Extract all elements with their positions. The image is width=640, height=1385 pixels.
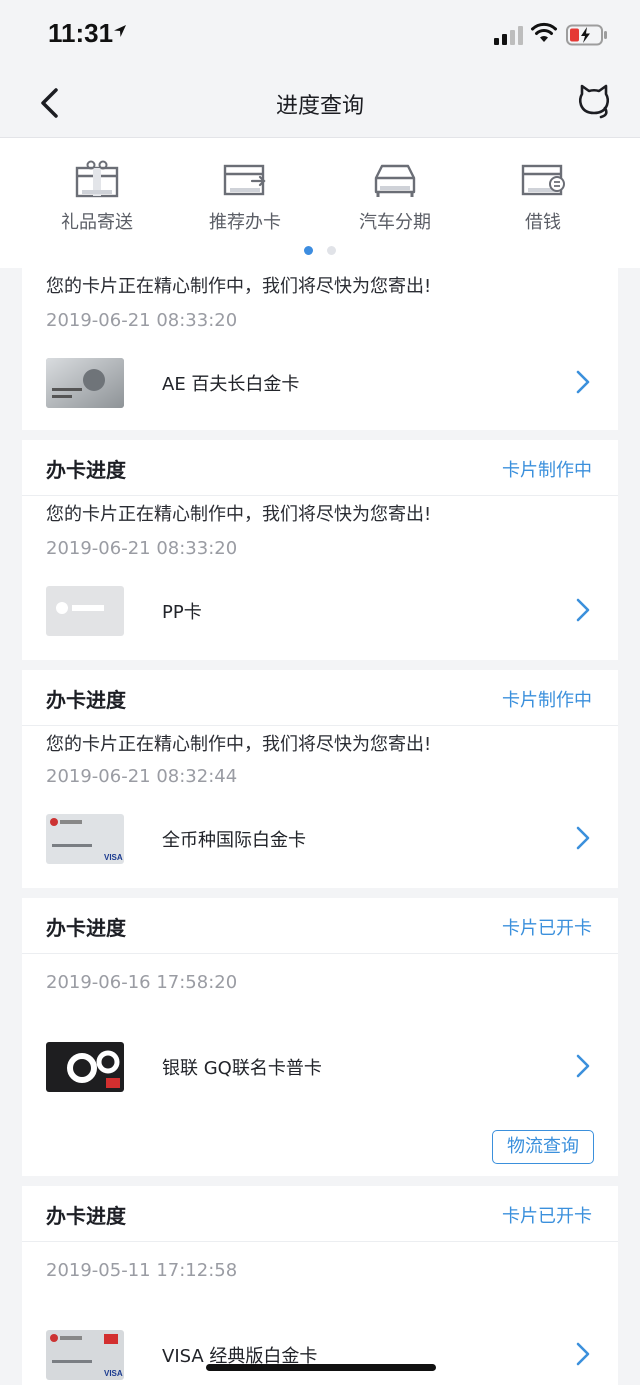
- svg-text:VISA: VISA: [104, 1369, 123, 1378]
- progress-card: 办卡进度 卡片已开卡 2019-06-16 17:58:20 银联 GQ联名卡普…: [22, 898, 618, 1176]
- card-time: 2019-06-21 08:33:20: [46, 310, 238, 331]
- status-bar: 11:31: [0, 0, 640, 68]
- borrow-icon: [521, 164, 565, 196]
- battery-icon: [566, 24, 607, 46]
- card-name: 银联 GQ联名卡普卡: [162, 1058, 322, 1079]
- signal-icon: [494, 26, 523, 45]
- card-header: 办卡进度 卡片已开卡: [22, 1186, 618, 1242]
- chevron-right-icon: [576, 1342, 590, 1366]
- shortcut-label: 推荐办卡: [209, 212, 281, 233]
- amex-card-thumbnail: [46, 358, 124, 408]
- card-time: 2019-05-11 17:12:58: [46, 1260, 238, 1281]
- card-time: 2019-06-21 08:32:44: [46, 766, 238, 787]
- card-header: 办卡进度 卡片已开卡: [22, 898, 618, 954]
- card-message: 您的卡片正在精心制作中，我们将尽快为您寄出!: [46, 504, 432, 525]
- card-time: 2019-06-21 08:33:20: [46, 538, 238, 559]
- shortcut-row: 礼品寄送 推荐办卡 汽车分期 借钱: [0, 138, 640, 268]
- visa-classic-thumbnail: VISA: [46, 1330, 124, 1380]
- page-title: 进度查询: [275, 94, 364, 119]
- home-indicator[interactable]: [206, 1364, 436, 1371]
- card-title: 办卡进度: [46, 1204, 126, 1228]
- svg-text:VISA: VISA: [104, 853, 123, 862]
- card-message: 您的卡片正在精心制作中，我们将尽快为您寄出!: [46, 734, 432, 755]
- shortcut-label: 借钱: [525, 212, 561, 233]
- page-indicator: [0, 246, 640, 255]
- page-dot-active: [304, 246, 313, 255]
- card-header: 办卡进度 卡片制作中: [22, 440, 618, 496]
- card-product-row[interactable]: PP卡: [46, 586, 618, 636]
- card-time: 2019-06-16 17:58:20: [46, 972, 238, 993]
- shortcut-car-installment[interactable]: 汽车分期: [340, 160, 450, 234]
- card-name: AE 百夫长白金卡: [162, 374, 300, 395]
- progress-card: 您的卡片正在精心制作中，我们将尽快为您寄出! 2019-06-21 08:33:…: [22, 268, 618, 430]
- status-time: 11:31: [48, 18, 114, 48]
- pp-card-thumbnail: [46, 586, 124, 636]
- location-arrow-icon: [114, 25, 126, 37]
- card-title: 办卡进度: [46, 688, 126, 712]
- card-product-row[interactable]: VISA VISA 经典版白金卡: [46, 1330, 618, 1380]
- status-badge: 卡片已开卡: [502, 918, 592, 939]
- card-message: 您的卡片正在精心制作中，我们将尽快为您寄出!: [46, 276, 432, 297]
- progress-card: 办卡进度 卡片制作中 您的卡片正在精心制作中，我们将尽快为您寄出! 2019-0…: [22, 440, 618, 660]
- shortcut-label: 汽车分期: [359, 212, 431, 233]
- nav-bar: 进度查询: [0, 68, 640, 138]
- card-title: 办卡进度: [46, 458, 126, 482]
- status-badge: 卡片制作中: [502, 690, 592, 711]
- shortcut-borrow[interactable]: 借钱: [488, 160, 598, 234]
- gift-icon: [75, 160, 119, 198]
- card-name: 全币种国际白金卡: [162, 830, 306, 851]
- chevron-right-icon: [576, 826, 590, 850]
- customer-service-icon[interactable]: [574, 82, 614, 122]
- visa-platinum-thumbnail: VISA: [46, 814, 124, 864]
- card-title: 办卡进度: [46, 916, 126, 940]
- shortcut-recommend-card[interactable]: 推荐办卡: [190, 160, 300, 234]
- chevron-right-icon: [576, 370, 590, 394]
- status-badge: 卡片制作中: [502, 460, 592, 481]
- chevron-right-icon: [576, 598, 590, 622]
- card-product-row[interactable]: AE 百夫长白金卡: [46, 358, 618, 408]
- card-product-row[interactable]: 银联 GQ联名卡普卡: [46, 1042, 618, 1092]
- shortcut-gift[interactable]: 礼品寄送: [42, 160, 152, 234]
- card-product-row[interactable]: VISA 全币种国际白金卡: [46, 814, 618, 864]
- progress-card: 办卡进度 卡片制作中 您的卡片正在精心制作中，我们将尽快为您寄出! 2019-0…: [22, 670, 618, 888]
- logistics-query-button[interactable]: 物流查询: [492, 1130, 594, 1164]
- recommend-card-icon: [223, 164, 266, 196]
- page-dot: [327, 246, 336, 255]
- wifi-icon: [531, 22, 557, 42]
- gq-card-thumbnail: [46, 1042, 124, 1092]
- progress-card: 办卡进度 卡片已开卡 2019-05-11 17:12:58 VISA VISA…: [22, 1186, 618, 1385]
- car-icon: [374, 164, 416, 197]
- card-header: 办卡进度 卡片制作中: [22, 670, 618, 726]
- chevron-right-icon: [576, 1054, 590, 1078]
- shortcut-label: 礼品寄送: [61, 212, 133, 233]
- status-badge: 卡片已开卡: [502, 1206, 592, 1227]
- card-name: PP卡: [162, 602, 202, 623]
